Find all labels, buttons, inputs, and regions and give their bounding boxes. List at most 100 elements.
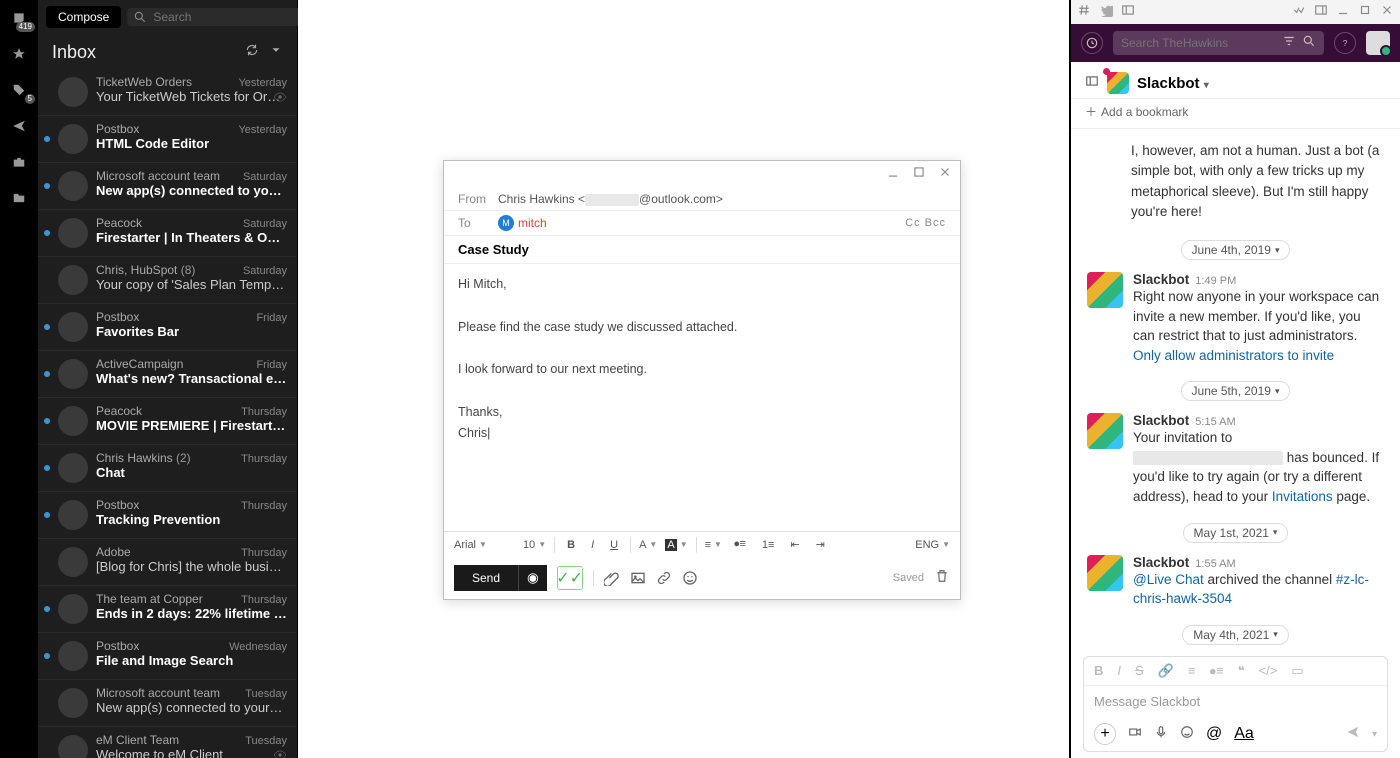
email-message[interactable]: PeacockThursday MOVIE PREMIERE | Firesta… xyxy=(38,398,297,445)
date-divider[interactable]: May 4th, 2021▾ xyxy=(1182,625,1289,645)
font-select[interactable]: Arial▼ xyxy=(454,539,487,551)
rail-briefcase-icon[interactable] xyxy=(7,150,31,174)
send-more-icon[interactable]: ▾ xyxy=(1372,729,1377,740)
filter-icon[interactable] xyxy=(1282,34,1296,53)
number-list-icon[interactable]: 1≡ xyxy=(758,537,779,553)
code-icon[interactable]: </> xyxy=(1259,663,1278,679)
bold-icon[interactable]: B xyxy=(563,537,579,553)
slack-message-input[interactable]: Message Slackbot xyxy=(1084,686,1387,717)
send-more-button[interactable]: ◉ xyxy=(518,565,547,591)
ul-icon[interactable]: ⦁≡ xyxy=(1209,663,1223,679)
email-message[interactable]: Chris Hawkins (2)Thursday Chat xyxy=(38,445,297,492)
outdent-icon[interactable]: ⇤ xyxy=(786,536,803,553)
attach-icon[interactable] xyxy=(604,570,620,586)
help-icon[interactable]: ? xyxy=(1334,32,1356,54)
message-subject: Your TicketWeb Tickets for Or… xyxy=(96,89,287,104)
slack-search-input[interactable] xyxy=(1121,36,1276,50)
email-message[interactable]: The team at CopperThursday Ends in 2 day… xyxy=(38,586,297,633)
mic-icon[interactable] xyxy=(1154,725,1168,744)
win-max-icon[interactable] xyxy=(1358,3,1372,22)
admin-invite-link[interactable]: Only allow administrators to invite xyxy=(1133,348,1334,363)
win-min-icon[interactable] xyxy=(1336,3,1350,22)
email-message[interactable]: PeacockSaturday Firestarter | In Theater… xyxy=(38,210,297,257)
email-message[interactable]: eM Client TeamTuesday Welcome to eM Clie… xyxy=(38,727,297,758)
email-message[interactable]: ActiveCampaignFriday What's new? Transac… xyxy=(38,351,297,398)
history-icon[interactable] xyxy=(1081,32,1103,54)
textcolor-icon[interactable]: A▼ xyxy=(639,539,657,551)
win-close-icon[interactable] xyxy=(1380,3,1394,22)
user-avatar[interactable] xyxy=(1366,31,1390,55)
email-message[interactable]: PostboxFriday Favorites Bar xyxy=(38,304,297,351)
emoji-icon[interactable] xyxy=(1180,725,1194,744)
ol-icon[interactable]: ≡ xyxy=(1188,663,1196,679)
fontsize-select[interactable]: 10▼ xyxy=(523,539,546,551)
italic-icon[interactable]: I xyxy=(1117,663,1121,679)
link-icon[interactable]: 🔗 xyxy=(1158,663,1174,679)
channel-name[interactable]: Slackbot ▾ xyxy=(1137,75,1209,92)
email-message[interactable]: PostboxWednesday File and Image Search xyxy=(38,633,297,680)
attach-plus-icon[interactable]: + xyxy=(1094,723,1116,745)
refresh-icon[interactable] xyxy=(245,43,259,62)
rail-send-icon[interactable] xyxy=(7,114,31,138)
slack-search[interactable] xyxy=(1113,31,1324,55)
date-divider[interactable]: June 5th, 2019▾ xyxy=(1181,381,1291,401)
maximize-icon[interactable] xyxy=(912,165,926,184)
codeblock-icon[interactable]: ▭ xyxy=(1291,663,1303,679)
compose-button[interactable]: Compose xyxy=(46,6,121,28)
link-icon[interactable] xyxy=(656,570,672,586)
emoji-icon[interactable] xyxy=(682,570,698,586)
bold-icon[interactable]: B xyxy=(1094,663,1103,679)
underline-icon[interactable]: U xyxy=(606,537,622,553)
sender-avatar xyxy=(58,641,88,671)
email-message[interactable]: Chris, HubSpot (8)Saturday Your copy of … xyxy=(38,257,297,304)
mention-icon[interactable]: @ xyxy=(1206,725,1222,743)
cc-bcc-toggle[interactable]: Cc Bcc xyxy=(905,217,946,229)
slack-panel-icon[interactable] xyxy=(1121,3,1135,22)
message-subject: New app(s) connected to your… xyxy=(96,183,287,198)
send-icon[interactable] xyxy=(1346,725,1360,744)
align-icon[interactable]: ≡▼ xyxy=(705,539,722,551)
spellcheck-icon[interactable]: ✓✓ xyxy=(557,566,583,590)
to-chip[interactable]: M mitch xyxy=(498,215,547,231)
italic-icon[interactable]: I xyxy=(587,537,598,553)
close-icon[interactable] xyxy=(938,165,952,184)
minimize-icon[interactable] xyxy=(886,165,900,184)
add-bookmark[interactable]: ＋Add a bookmark xyxy=(1071,99,1400,129)
subject-field[interactable]: Case Study xyxy=(444,236,960,264)
image-icon[interactable] xyxy=(630,570,646,586)
lang-select[interactable]: ENG▼ xyxy=(915,539,950,551)
mention-link[interactable]: @Live Chat xyxy=(1133,572,1204,587)
video-icon[interactable] xyxy=(1128,725,1142,744)
sender-name: ActiveCampaign xyxy=(96,357,183,371)
email-message[interactable]: TicketWeb OrdersYesterday Your TicketWeb… xyxy=(38,69,297,116)
search-input[interactable] xyxy=(153,10,308,24)
invitations-link[interactable]: Invitations xyxy=(1272,489,1333,504)
dropdown-icon[interactable] xyxy=(269,43,283,62)
highlight-icon[interactable]: A▼ xyxy=(665,539,687,551)
slack-popout-icon[interactable] xyxy=(1314,3,1328,22)
trash-icon[interactable] xyxy=(934,568,950,589)
search-icon[interactable] xyxy=(1302,34,1316,53)
sidebar-toggle-icon[interactable] xyxy=(1085,74,1099,93)
email-message[interactable]: PostboxYesterday HTML Code Editor xyxy=(38,116,297,163)
slack-check-icon[interactable] xyxy=(1292,3,1306,22)
date-divider[interactable]: May 1st, 2021▾ xyxy=(1183,523,1289,543)
rail-star-icon[interactable] xyxy=(7,42,31,66)
compose-body[interactable]: Hi Mitch, Please find the case study we … xyxy=(444,264,960,531)
strike-icon[interactable]: S xyxy=(1135,663,1144,679)
indent-icon[interactable]: ⇥ xyxy=(812,536,829,553)
rail-tag-icon[interactable]: 5 xyxy=(7,78,31,102)
email-message[interactable]: AdobeThursday [Blog for Chris] the whole… xyxy=(38,539,297,586)
rail-inbox-icon[interactable]: 419 xyxy=(7,6,31,30)
rail-folder-icon[interactable] xyxy=(7,186,31,210)
email-message[interactable]: PostboxThursday Tracking Prevention xyxy=(38,492,297,539)
bullet-list-icon[interactable]: ⦁≡ xyxy=(730,536,750,553)
send-button[interactable]: Send xyxy=(454,565,518,591)
email-message[interactable]: Microsoft account teamTuesday New app(s)… xyxy=(38,680,297,727)
message-thread: I, however, am not a human. Just a bot (… xyxy=(1071,129,1400,650)
quote-icon[interactable]: ❝ xyxy=(1238,663,1245,679)
date-divider[interactable]: June 4th, 2019▾ xyxy=(1181,240,1291,260)
search-field[interactable] xyxy=(127,8,314,26)
format-icon[interactable]: Aa xyxy=(1234,725,1254,743)
email-message[interactable]: Microsoft account teamSaturday New app(s… xyxy=(38,163,297,210)
